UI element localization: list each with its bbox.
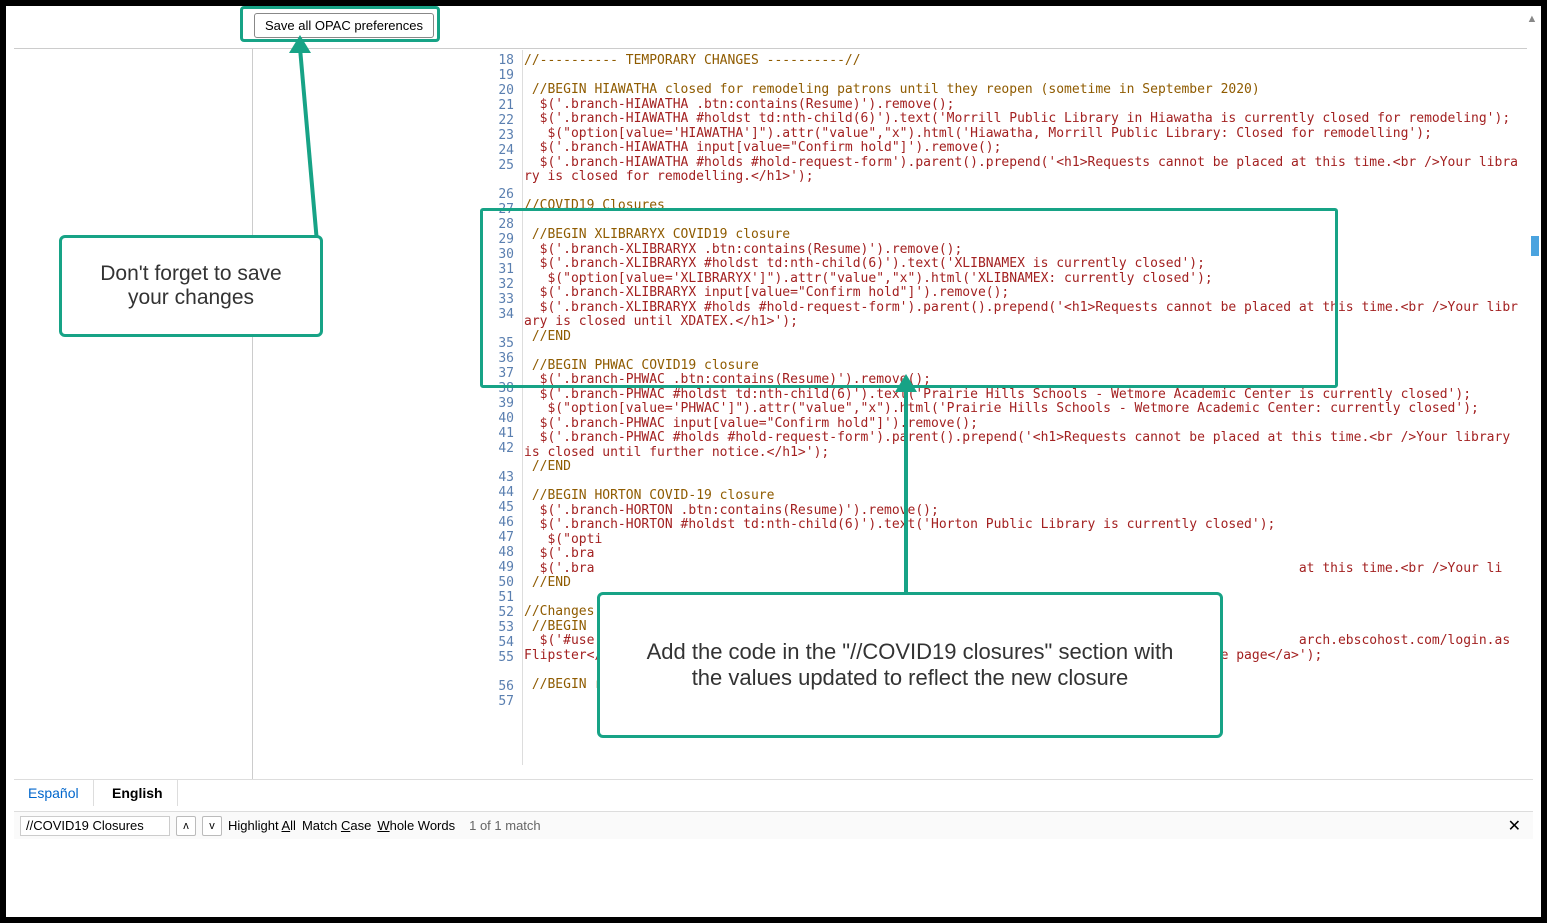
gutter-border (522, 50, 523, 765)
arrow-to-save (298, 48, 319, 238)
callout-add-code: Add the code in the "//COVID19 closures"… (597, 592, 1223, 738)
divider (14, 48, 1527, 49)
find-bar: ʌ v Highlight All Match Case Whole Words… (14, 811, 1533, 839)
save-all-opac-button[interactable]: Save all OPAC preferences (254, 13, 434, 38)
arrow-to-code-head (895, 374, 917, 392)
find-input[interactable] (20, 816, 170, 836)
match-count: 1 of 1 match (469, 818, 541, 833)
close-find-icon[interactable]: ✕ (1502, 816, 1527, 836)
tab-espanol[interactable]: Español (14, 780, 94, 806)
language-tabs: Español English (14, 779, 1533, 807)
match-case-toggle[interactable]: Match Case (302, 818, 371, 833)
find-prev-button[interactable]: ʌ (176, 816, 196, 836)
find-next-button[interactable]: v (202, 816, 222, 836)
highlight-all-toggle[interactable]: Highlight All (228, 818, 296, 833)
scroll-up-icon[interactable]: ▲ (1525, 12, 1539, 26)
sidebar-divider (252, 48, 253, 797)
whole-words-toggle[interactable]: Whole Words (377, 818, 455, 833)
scroll-search-mark (1531, 236, 1539, 256)
line-number-gutter: 1819202122232425262728293031323334353637… (478, 54, 522, 765)
scrollbar[interactable]: ▲ (1525, 12, 1539, 807)
arrow-to-save-head (289, 35, 311, 53)
tab-english[interactable]: English (98, 780, 178, 806)
arrow-to-code (904, 388, 908, 594)
callout-save-changes: Don't forget to save your changes (59, 235, 323, 337)
